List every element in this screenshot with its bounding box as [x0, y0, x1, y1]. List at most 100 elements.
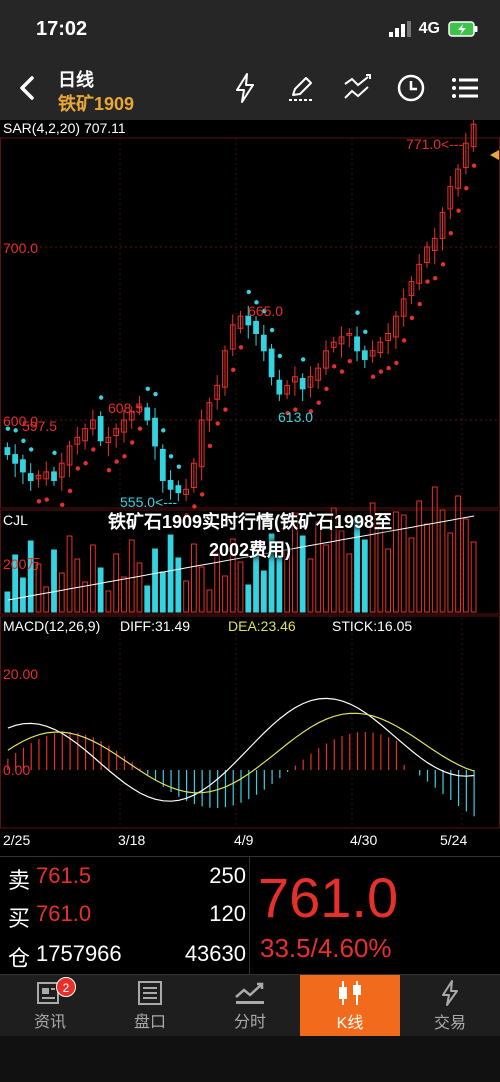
date-tick: 2/25	[3, 832, 31, 848]
sar-dot	[28, 447, 34, 452]
sar-dot	[456, 208, 461, 213]
volume-bar	[183, 580, 189, 613]
kline-chart[interactable]: SAR(4,2,20) 707.11 771.0<--- 700.0 600.0…	[0, 120, 500, 850]
sar-dots	[5, 163, 477, 518]
header: 日线 铁矿1909	[0, 58, 500, 120]
candle-body	[12, 454, 19, 464]
position-label: 仓	[8, 946, 31, 971]
back-button[interactable]	[8, 68, 48, 108]
sar-dot	[98, 395, 104, 400]
sar-dot	[83, 461, 88, 466]
candle-body	[268, 348, 275, 378]
menu-button[interactable]	[448, 71, 482, 105]
tab-news[interactable]: 资讯 2	[0, 975, 100, 1036]
indicator-button[interactable]	[340, 71, 374, 105]
sar-dot	[355, 310, 360, 315]
macd-panel-frame	[0, 615, 500, 829]
tab-orderbook[interactable]: 盘口	[100, 975, 200, 1036]
system-nav-area	[0, 1036, 500, 1082]
volume-bar	[43, 586, 50, 613]
volume-bar	[144, 585, 151, 613]
ask-row[interactable]: 卖 761.5 250	[8, 857, 246, 895]
macd-tick-20: 20.00	[3, 666, 39, 682]
overlay-line-2: 2002费用)	[208, 540, 292, 560]
volume-bar	[105, 590, 112, 613]
candlestick-icon	[339, 980, 361, 1005]
candle-body	[299, 377, 306, 390]
volume-bar	[175, 557, 182, 613]
tab-trade[interactable]: 交易	[400, 975, 500, 1036]
sar-dot	[332, 364, 337, 369]
pen-draw-icon	[289, 77, 313, 101]
sar-dot	[339, 369, 345, 374]
sar-dot	[161, 428, 166, 433]
last-price: 761.0	[258, 866, 399, 929]
sar-dot	[269, 327, 275, 333]
sar-dot	[394, 360, 399, 366]
price-change: 33.5/4.60%	[260, 933, 392, 963]
macd-dea: DEA:23.46	[228, 618, 296, 634]
overlay-caption: 铁矿石1909实时行情(铁矿石1998至 2002费用)	[0, 508, 500, 564]
position-value: 1757966	[36, 941, 122, 966]
candle-body	[20, 459, 26, 473]
tab-label: 盘口	[133, 1013, 166, 1031]
lightning-button[interactable]	[228, 71, 262, 105]
date-tick: 5/24	[440, 832, 468, 848]
sar-dot	[60, 502, 65, 507]
date-tick: 4/30	[350, 832, 378, 848]
volume-bar	[245, 584, 252, 613]
sar-dot	[363, 329, 368, 334]
sar-dot	[52, 450, 57, 456]
tab-kline[interactable]: K线	[300, 975, 400, 1036]
overlay-line-1: 铁矿石1909实时行情(铁矿石1998至	[107, 512, 393, 532]
sar-dot	[440, 262, 446, 267]
sar-dot	[448, 230, 454, 236]
volume-bar	[20, 577, 26, 613]
page-title: 日线	[58, 70, 94, 90]
sar-dot	[215, 421, 220, 426]
sar-dot	[91, 447, 96, 452]
quote-divider	[249, 857, 250, 975]
sar-dot	[246, 289, 251, 295]
draw-button[interactable]	[284, 71, 318, 105]
volume-bar	[97, 567, 104, 613]
period-button[interactable]	[394, 71, 428, 105]
candle-body	[27, 473, 34, 482]
volume-bar	[237, 561, 244, 613]
sar-dot	[137, 426, 143, 431]
sar-dot	[176, 464, 182, 469]
sar-dot	[471, 163, 477, 168]
candle-body	[361, 350, 368, 360]
candle-body	[159, 448, 166, 482]
sar-dot	[44, 497, 49, 502]
bid-row[interactable]: 买 761.0 120	[8, 895, 246, 933]
volume-bar	[121, 576, 127, 613]
bid-volume: 120	[209, 901, 246, 926]
volume-bar	[276, 556, 283, 613]
sar-dot	[464, 185, 469, 191]
menu-list-icon	[452, 78, 478, 98]
volume-bar	[307, 558, 314, 613]
status-bar: 17:02 4G	[0, 0, 500, 58]
tab-intraday[interactable]: 分时	[200, 975, 300, 1036]
sar-dot	[21, 438, 26, 443]
sar-dot	[316, 400, 321, 405]
tab-label: 分时	[233, 1013, 266, 1031]
tab-label: 资讯	[33, 1013, 66, 1031]
back-arrow-icon	[20, 76, 34, 100]
macd-tick-0: 0.00	[3, 762, 31, 778]
ask-volume: 250	[209, 863, 246, 888]
clock-icon	[397, 74, 425, 102]
sar-dot	[122, 454, 127, 459]
sar-dot	[75, 466, 81, 471]
candle-body	[175, 485, 182, 494]
instrument-name: 铁矿1909	[58, 94, 135, 114]
sar-dot	[231, 367, 236, 373]
chart-canvas[interactable]	[0, 120, 500, 850]
bid-label: 买	[8, 906, 31, 931]
macd-panel	[7, 697, 475, 817]
sar-dot	[168, 454, 174, 459]
volume-bar	[206, 589, 213, 613]
sar-dot	[401, 338, 407, 343]
position-change: 43630	[184, 941, 246, 966]
